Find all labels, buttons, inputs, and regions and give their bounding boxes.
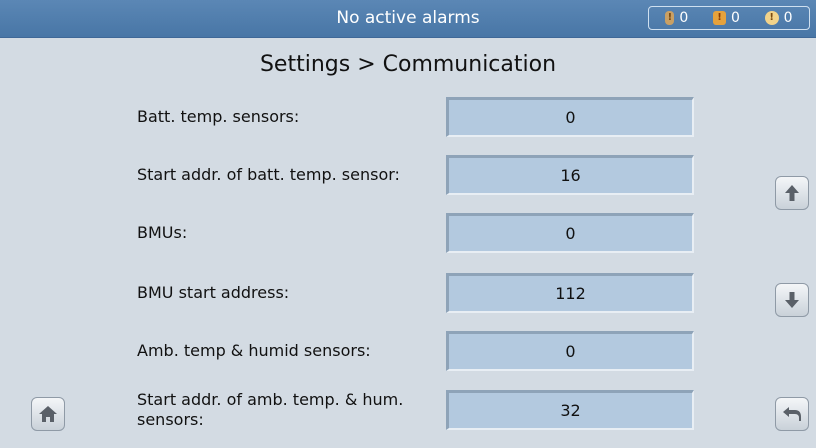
top-bar: No active alarms ! 0 ! 0 ! 0 [0,0,816,38]
major-alarm-count: 0 [731,10,740,26]
setting-row: BMU start address: 112 [0,271,816,315]
setting-value-field[interactable]: 16 [446,155,694,195]
setting-row: Batt. temp. sensors: 0 [0,95,816,139]
setting-row: Amb. temp & humid sensors: 0 [0,329,816,373]
page-title: Settings > Communication [259,52,557,77]
arrow-down-icon [785,292,799,308]
setting-label: Start addr. of batt. temp. sensor: [137,165,400,184]
minor-alarm-count: 0 [679,10,689,26]
home-button[interactable] [31,397,65,431]
setting-label: BMU start address: [137,283,290,302]
setting-label: Amb. temp & humid sensors: [137,341,371,360]
setting-row: BMUs: 0 [0,211,816,255]
setting-row: Start addr. of batt. temp. sensor: 16 [0,153,816,197]
back-button[interactable] [775,397,809,431]
scroll-up-button[interactable] [775,176,809,210]
minor-alarm-counter: ! 0 [665,10,688,26]
alarm-counters[interactable]: ! 0 ! 0 ! 0 [648,6,810,30]
arrow-up-icon [785,185,799,201]
setting-value-field[interactable]: 112 [446,273,694,313]
setting-value-field[interactable]: 0 [446,331,694,371]
scroll-down-button[interactable] [775,283,809,317]
setting-label: Start addr. of amb. temp. & hum. sensors… [137,390,404,429]
critical-alarm-counter: ! 0 [764,10,793,26]
critical-alarm-count: 0 [783,10,793,26]
minor-alarm-icon: ! [665,11,675,25]
setting-label: BMUs: [137,223,188,242]
back-icon [783,407,801,421]
setting-value-field[interactable]: 32 [446,390,694,430]
setting-value-field[interactable]: 0 [446,97,694,137]
home-icon [39,406,57,422]
setting-row: Start addr. of amb. temp. & hum. sensors… [0,388,816,432]
setting-value-field[interactable]: 0 [446,213,694,253]
setting-label: Batt. temp. sensors: [137,107,300,126]
major-alarm-icon: ! [713,11,727,25]
major-alarm-counter: ! 0 [713,10,740,26]
critical-alarm-icon: ! [764,11,779,25]
